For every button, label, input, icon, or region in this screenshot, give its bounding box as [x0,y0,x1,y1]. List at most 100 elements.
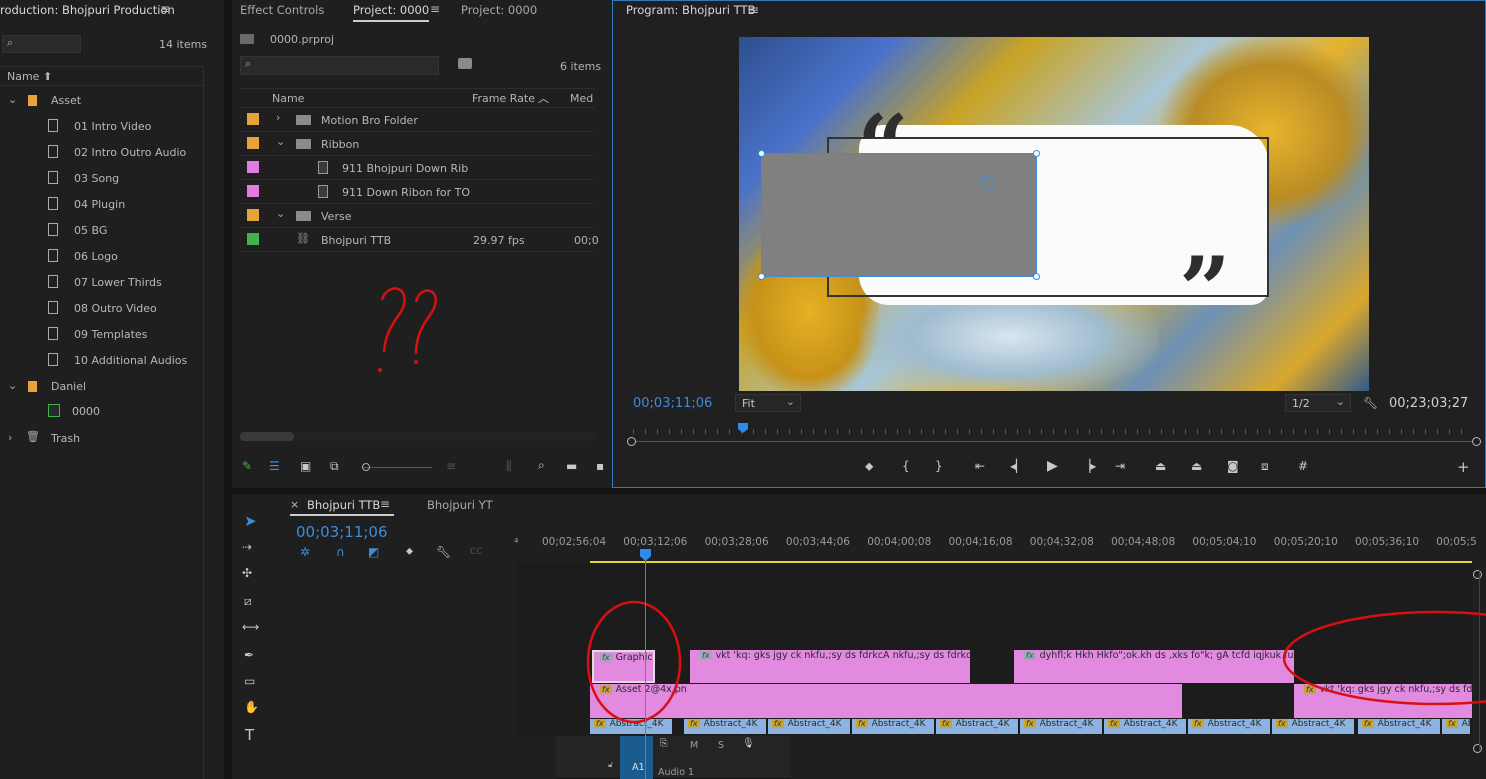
project-item[interactable]: 05 BG [0,222,203,240]
header-media[interactable]: Med [570,92,593,105]
freeform-view-icon[interactable]: ⧉ [330,459,339,473]
handle-tl[interactable] [758,150,765,157]
linked-selection-icon[interactable]: ◩ [368,545,379,559]
pen-tool-icon[interactable]: ✒ [244,648,254,662]
name-column-header[interactable]: Name ⬆ [0,66,203,86]
label-color-chip[interactable] [247,113,259,125]
microphone-icon[interactable]: 🎙︎ [742,738,755,749]
settings-wrench-icon[interactable]: 🔧︎ [1363,396,1378,410]
tab-bhojpuri-yt[interactable]: Bhojpuri YT [427,498,493,512]
fit-zoom-select[interactable]: Fit ⌄ [735,394,801,412]
handle-br[interactable] [1033,273,1040,280]
ruler-zoom-handle[interactable] [1473,570,1482,579]
bin-row[interactable]: 911 Bhojpuri Down Rib [240,158,595,180]
captions-icon[interactable]: CC [470,545,483,559]
chevron-down-icon[interactable]: ⌄ [8,93,17,106]
pencil-icon[interactable]: ✎ [242,459,252,473]
sort-chevron-icon[interactable]: ︿ [538,90,549,106]
bin-row[interactable]: ⌄ Ribbon [240,134,595,156]
project-item[interactable]: 08 Outro Video [0,300,203,318]
new-bin-icon[interactable]: ▬ [566,459,577,473]
hand-tool-icon[interactable]: ✋ [244,700,259,714]
step-back-icon[interactable]: ◂▏ [1010,459,1025,473]
tab-project-0000[interactable]: Project: 0000 [353,3,430,22]
project-item[interactable]: › 🗑︎ Trash [0,430,203,448]
lift-icon[interactable]: ⏏ [1155,459,1166,473]
project-item[interactable]: ⌄ Asset [0,92,203,110]
nest-toggle-icon[interactable]: ✲ [300,545,310,559]
timeline-timecode[interactable]: 00;03;11;06 [296,523,388,541]
header-name[interactable]: Name [272,92,304,105]
mute-button[interactable]: M [690,740,698,751]
label-color-chip[interactable] [247,161,259,173]
project-item[interactable]: 03 Song [0,170,203,188]
project-item[interactable]: 0000 [0,403,203,421]
slip-tool-icon[interactable]: ⟷ [242,620,259,634]
step-forward-icon[interactable]: ▕▸ [1081,459,1096,473]
bin-row[interactable]: ⛓ Bhojpuri TTB 29.97 fps 00;0 [240,230,599,252]
track-select-tool-icon[interactable]: ⇢ [242,540,252,554]
go-to-out-icon[interactable]: ⇥ [1115,459,1125,473]
chevron-down-icon[interactable]: ⌄ [276,207,285,220]
ruler-zoom-handle-right[interactable] [1473,744,1482,753]
resolution-select[interactable]: 1/2 ⌄ [1285,394,1351,412]
project-item[interactable]: 02 Intro Outro Audio [0,144,203,162]
handle-bl[interactable] [758,273,765,280]
selection-tool-icon[interactable]: ➤ [244,514,257,529]
panel-menu-icon[interactable]: ≡ [380,497,390,511]
toggle-sync-lock-icon[interactable]: ⎘ [660,738,668,749]
panel-menu-icon[interactable]: ≡ [749,3,759,17]
sort-icons-icon[interactable]: ≡ [446,459,456,473]
play-icon[interactable]: ▶ [1047,459,1058,473]
timeline-settings-wrench-icon[interactable]: 🔧︎ [436,545,451,559]
vertical-scrollbar[interactable] [1479,570,1480,750]
chevron-down-icon[interactable]: ⌄ [276,135,285,148]
label-color-chip[interactable] [247,233,259,245]
new-search-bin-icon[interactable] [458,58,472,69]
label-color-chip[interactable] [247,185,259,197]
add-marker-icon[interactable]: ⬥ [406,545,413,559]
label-color-chip[interactable] [247,137,259,149]
mark-out-icon[interactable]: } [935,459,943,473]
tab-effect-controls[interactable]: Effect Controls [240,3,324,17]
panel-menu-icon[interactable]: ≡ [160,2,170,16]
find-icon[interactable]: ⌕ [538,458,545,472]
zoom-scrollbar[interactable] [627,437,1481,446]
close-tab-icon[interactable]: × [290,498,299,511]
search-input[interactable]: ⌕ [2,35,81,53]
chevron-right-icon[interactable]: › [8,431,12,444]
tab-project-0000-b[interactable]: Project: 0000 [461,3,537,17]
project-item[interactable]: 10 Additional Audios [0,352,203,370]
bin-row[interactable]: ⌄ Verse [240,206,595,228]
lock-icon[interactable]: 🔓︎ [608,760,613,770]
program-monitor-title[interactable]: Program: Bhojpuri TTB [626,3,755,17]
chevron-down-icon[interactable]: ⌄ [8,379,17,392]
go-to-in-icon[interactable]: ⇤ [975,459,985,473]
project-item[interactable]: 01 Intro Video [0,118,203,136]
track-header-a1[interactable]: 🔓︎ A1 ⎘ M S 🎙︎ Audio 1 [556,736,791,779]
selected-graphic-box[interactable] [758,150,1040,280]
rectangle-tool-icon[interactable]: ▭ [244,674,255,688]
monitor-time-ruler[interactable] [633,425,1473,439]
tab-bhojpuri-ttb[interactable]: Bhojpuri TTB [307,498,380,512]
export-frame-camera-icon[interactable]: ◙ [1227,459,1239,473]
project-item[interactable]: 09 Templates [0,326,203,344]
project-item[interactable]: ⌄ Daniel [0,378,203,396]
search-input[interactable]: ⌕ [240,56,439,75]
icon-view-icon[interactable]: ▣ [300,459,311,473]
mark-in-icon[interactable]: { [902,459,910,473]
horizontal-scrollbar[interactable] [240,432,595,441]
list-view-icon[interactable]: ☰ [269,459,280,473]
solo-button[interactable]: S [718,740,724,751]
label-color-chip[interactable] [247,209,259,221]
handle-tr[interactable] [1033,150,1040,157]
comparison-view-icon[interactable]: ⧈ [1261,459,1269,473]
safe-margins-icon[interactable]: # [1298,459,1308,473]
playhead-timecode[interactable]: 00;03;11;06 [633,396,712,411]
project-item[interactable]: 04 Plugin [0,196,203,214]
ripple-edit-tool-icon[interactable]: ✣ [242,566,252,580]
project-panel-title[interactable]: roduction: Bhojpuri Production [0,3,175,17]
bin-row[interactable]: 911 Down Ribon for TO [240,182,595,204]
razor-tool-icon[interactable]: ⧄ [244,594,252,608]
zoom-slider[interactable] [362,463,432,471]
